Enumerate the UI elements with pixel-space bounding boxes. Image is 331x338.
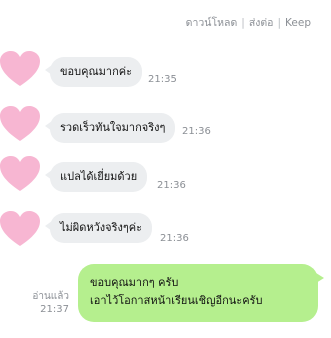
sender-avatar[interactable] (0, 105, 40, 145)
message-text: รวดเร็วทันใจมากจริงๆ (60, 121, 166, 134)
sender-avatar[interactable] (0, 50, 40, 90)
message-time: 21:36 (160, 233, 189, 244)
pink-heart-icon (0, 106, 40, 141)
pink-heart-icon (0, 156, 40, 191)
message-bubble[interactable]: ไม่ผิดหวังจริงๆค่ะ (44, 213, 153, 243)
message-time: 21:37 (40, 304, 69, 315)
chat-window: ดาวน์โหลด | ส่งต่อ | Keep ขอบคุณมากค่ะ 2… (0, 0, 331, 338)
sender-avatar[interactable] (0, 210, 40, 250)
pink-heart-icon (0, 211, 40, 246)
message-actions-bar: ดาวน์โหลด | ส่งต่อ | Keep (186, 14, 311, 31)
read-receipt: อ่านแล้ว 21:37 (32, 290, 69, 316)
message-text: ไม่ผิดหวังจริงๆค่ะ (60, 221, 143, 234)
message-text: ขอบคุณมากค่ะ (60, 65, 133, 78)
outgoing-message-bubble[interactable]: ขอบคุณมากๆ ครับ เอาไว้โอกาสหน้าเรียนเชิญ… (78, 264, 324, 322)
message-time: 21:36 (182, 126, 211, 137)
read-label: อ่านแล้ว (32, 291, 69, 302)
separator: | (241, 16, 245, 29)
message-time: 21:35 (148, 74, 177, 85)
sender-avatar[interactable] (0, 155, 40, 195)
download-action[interactable]: ดาวน์โหลด (186, 14, 238, 31)
message-bubble[interactable]: รวดเร็วทันใจมากจริงๆ (44, 113, 176, 143)
message-text-line: ขอบคุณมากๆ ครับ (90, 276, 179, 289)
forward-action[interactable]: ส่งต่อ (249, 14, 274, 31)
message-time: 21:36 (157, 180, 186, 191)
message-bubble[interactable]: ขอบคุณมากค่ะ (44, 57, 143, 87)
message-text: แปลได้เยี่ยมด้วย (60, 170, 138, 183)
separator: | (277, 16, 282, 29)
message-bubble[interactable]: แปลได้เยี่ยมด้วย (44, 162, 148, 192)
pink-heart-icon (0, 51, 40, 86)
message-text-line: เอาไว้โอกาสหน้าเรียนเชิญอีกนะครับ (90, 294, 263, 307)
keep-action[interactable]: Keep (285, 17, 311, 29)
